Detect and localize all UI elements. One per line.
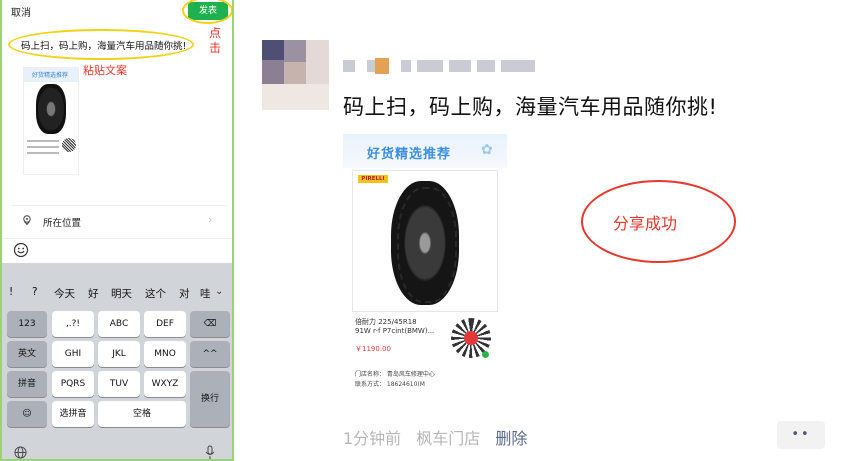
delete-link[interactable]: 删除: [495, 429, 527, 448]
candidate-item[interactable]: 好: [88, 286, 99, 301]
backspace-icon[interactable]: ⌫: [190, 311, 230, 337]
candidate-item[interactable]: 对: [179, 286, 190, 301]
post-image-card[interactable]: 好货精选推荐 ✿ PIRELLI 倍耐力 225/45R18 91W r-f P…: [343, 134, 507, 398]
key-english[interactable]: 英文: [7, 341, 47, 367]
candidate-item[interactable]: !: [9, 286, 13, 298]
key-pinyin[interactable]: 拼音: [7, 371, 47, 397]
clover-icon: ✿: [481, 142, 494, 158]
card-banner: 好货精选推荐 ✿: [343, 134, 507, 168]
emoji-key-icon[interactable]: ☺: [7, 401, 47, 427]
post-meta: 1分钟前 枫车门店 删除: [343, 425, 527, 449]
face-icon[interactable]: ^^: [190, 341, 230, 367]
key-space[interactable]: 空格: [98, 401, 186, 427]
compose-text-input[interactable]: 码上扫，码上购，海量汽车用品随你挑!: [21, 38, 186, 52]
post-text: 码上扫，码上购，海量汽车用品随你挑!: [343, 95, 718, 119]
brand-logo: PIRELLI: [358, 175, 388, 183]
compose-phone-screen: 取消 发表 点击 码上扫，码上购，海量汽车用品随你挑! 粘贴文案 好货精选推荐 …: [0, 0, 234, 461]
publish-button[interactable]: 发表: [188, 2, 228, 20]
tire-image: [391, 181, 459, 305]
microphone-icon[interactable]: [204, 445, 216, 460]
key-mno[interactable]: MNO: [144, 341, 186, 367]
key-abc[interactable]: ABC: [98, 311, 140, 337]
tire-image: [36, 84, 66, 134]
chevron-down-icon[interactable]: ⌄: [215, 286, 223, 297]
key-ghi[interactable]: GHI: [52, 341, 94, 367]
qr-center-logo: [464, 331, 478, 345]
key-wxyz[interactable]: WXYZ: [144, 371, 186, 397]
attached-image-thumbnail[interactable]: 好货精选推荐: [23, 67, 79, 175]
more-button[interactable]: ••: [777, 421, 825, 449]
qr-badge: [482, 351, 489, 358]
paste-annotation: 粘贴文案: [83, 64, 127, 77]
location-pin-icon: [23, 215, 31, 225]
candidate-item[interactable]: 这个: [145, 286, 166, 301]
candidate-item[interactable]: ?: [32, 286, 38, 298]
post-source: 枫车门店: [416, 429, 481, 448]
tap-annotation: 点击: [209, 26, 222, 55]
username-pixelated[interactable]: [343, 56, 559, 76]
avatar[interactable]: [262, 40, 329, 110]
pinyin-keyboard: ! ? 今天 好 明天 这个 对 哇 ⌄ 123 ,.?! ABC DEF ⌫ …: [2, 263, 232, 460]
candidate-bar: ! ? 今天 好 明天 这个 对 哇: [2, 286, 232, 306]
key-jkl[interactable]: JKL: [98, 341, 140, 367]
divider: [2, 238, 232, 239]
thumbnail-banner: 好货精选推荐: [24, 68, 78, 82]
location-row[interactable]: 所在位置: [43, 215, 81, 229]
emoji-icon[interactable]: [13, 242, 29, 258]
cancel-button[interactable]: 取消: [11, 4, 31, 19]
key-pqrs[interactable]: PQRS: [52, 371, 94, 397]
candidate-item[interactable]: 哇: [200, 286, 211, 301]
key-def[interactable]: DEF: [144, 311, 186, 337]
candidate-item[interactable]: 今天: [54, 286, 75, 301]
keyboard-bottom-bar: [2, 441, 232, 460]
candidate-item[interactable]: 明天: [111, 286, 132, 301]
store-info: 门店名称： 青岛风车修理中心 联系方式： 18624610(M: [355, 371, 435, 388]
key-123[interactable]: 123: [7, 311, 47, 337]
qr-code-image: [62, 138, 76, 152]
thumbnail-text-lines: [27, 140, 59, 158]
key-tuv[interactable]: TUV: [98, 371, 140, 397]
key-newline[interactable]: 换行: [190, 371, 230, 427]
globe-icon[interactable]: [14, 446, 27, 459]
key-select-pinyin[interactable]: 选拼音: [52, 401, 94, 427]
divider: [12, 205, 227, 206]
product-price: ￥1190.00: [355, 345, 391, 353]
product-name: 倍耐力 225/45R18 91W r-f P7cint(BMW)...: [355, 318, 435, 335]
key-punctuation[interactable]: ,.?!: [52, 311, 94, 337]
screenshot-root: 取消 发表 点击 码上扫，码上购，海量汽车用品随你挑! 粘贴文案 好货精选推荐 …: [0, 0, 843, 461]
card-banner-text: 好货精选推荐: [367, 147, 452, 162]
chevron-right-icon: ›: [208, 213, 213, 226]
success-annotation: 分享成功: [613, 214, 678, 233]
post-time: 1分钟前: [343, 429, 402, 448]
product-image: PIRELLI: [352, 170, 498, 312]
thumbnail-banner-text: 好货精选推荐: [32, 72, 69, 79]
